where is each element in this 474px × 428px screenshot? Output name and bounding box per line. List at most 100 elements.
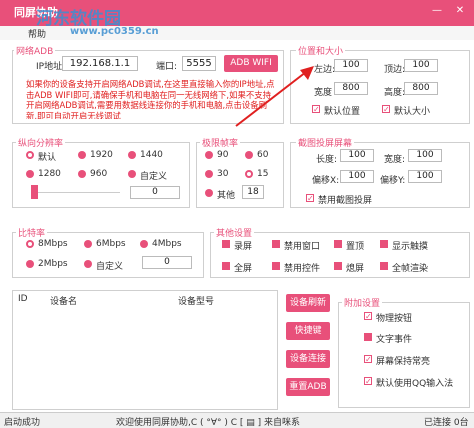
show-touch-checkbox[interactable] [380, 240, 388, 248]
bitrate-option-custom[interactable] [84, 260, 92, 268]
crop-height-label: 宽度: [384, 155, 406, 165]
fps-option-90[interactable] [205, 151, 213, 159]
other-option-label: 显示触摸 [392, 242, 429, 252]
ip-input[interactable]: 192.168.1.1 [62, 56, 138, 71]
resolution-option-1920[interactable] [78, 151, 86, 159]
reset-adb-button[interactable]: 重置ADB [286, 378, 330, 396]
fps-other-label: 其他 [217, 191, 236, 201]
top-label: 顶边: [384, 65, 406, 75]
keep-screen-on-checkbox[interactable]: ✓ [364, 355, 372, 364]
fps-option-15[interactable] [245, 170, 253, 178]
extra-option-label: 屏幕保持常亮 [376, 357, 431, 367]
resolution-option-default[interactable] [26, 151, 34, 159]
fps-other-input[interactable]: 18 [242, 185, 264, 199]
device-column-id: ID [18, 294, 28, 304]
adb-group-title: 网络ADB [14, 44, 56, 57]
fps-option-60[interactable] [245, 151, 253, 159]
fps-option-30[interactable] [205, 170, 213, 178]
other-option-label: 禁用控件 [284, 264, 321, 274]
device-column-model: 设备型号 [178, 297, 215, 307]
close-button[interactable]: ✕ [453, 4, 467, 18]
position-group-title: 位置和大小 [296, 44, 346, 57]
default-position-label: 默认位置 [324, 107, 361, 117]
resolution-option-custom[interactable] [128, 170, 136, 178]
resolution-slider-track [34, 192, 120, 193]
resolution-option-1280[interactable] [26, 170, 34, 178]
extra-option-label: 文字事件 [376, 335, 413, 345]
record-checkbox[interactable] [222, 240, 230, 248]
resolution-slider-handle[interactable] [31, 185, 38, 199]
other-option-label: 全屏 [234, 264, 253, 274]
crop-offx-label: 偏移X: [312, 176, 340, 186]
fullscreen-checkbox[interactable] [222, 262, 230, 270]
arrow-annotation [235, 66, 314, 127]
fps-option-label: 30 [217, 169, 229, 179]
resolution-option-label: 默认 [38, 153, 57, 163]
bitrate-option-label: 4Mbps [152, 239, 182, 249]
ip-label: IP地址: [36, 62, 66, 72]
fps-group-title: 极限帧率 [200, 136, 241, 149]
fps-option-label: 60 [257, 150, 269, 160]
menu-help[interactable]: 帮助 [28, 27, 46, 40]
other-group-title: 其他设置 [214, 226, 255, 239]
fps-option-label: 90 [217, 150, 229, 160]
height-input[interactable]: 800 [404, 82, 438, 95]
physical-buttons-checkbox[interactable]: ✓ [364, 312, 372, 321]
resolution-option-1440[interactable] [128, 151, 136, 159]
fps-option-other[interactable] [205, 189, 213, 197]
top-input[interactable]: 100 [404, 59, 438, 72]
crop-offy-input[interactable]: 100 [408, 170, 442, 183]
device-list[interactable] [12, 290, 278, 410]
extra-option-label: 默认使用QQ输入法 [376, 379, 454, 389]
screen-off-checkbox[interactable] [334, 262, 342, 270]
bitrate-custom-input[interactable]: 0 [142, 256, 192, 269]
other-option-label: 录屏 [234, 242, 253, 252]
always-on-top-checkbox[interactable] [334, 240, 342, 248]
port-input[interactable]: 5555 [182, 56, 216, 71]
minimize-button[interactable]: — [430, 4, 444, 18]
resolution-option-label: 1280 [38, 169, 61, 179]
other-option-label: 熄屏 [346, 264, 365, 274]
disable-control-checkbox[interactable] [272, 262, 280, 270]
resolution-custom-input[interactable]: 0 [130, 186, 180, 199]
crop-height-input[interactable]: 100 [408, 149, 442, 162]
resolution-group-title: 纵向分辨率 [16, 136, 66, 149]
disable-window-checkbox[interactable] [272, 240, 280, 248]
crop-width-label: 长度: [316, 155, 338, 165]
crop-width-input[interactable]: 100 [340, 149, 374, 162]
fps-option-label: 15 [257, 169, 269, 179]
watermark-url: www.pc0359.cn [70, 26, 159, 37]
width-input[interactable]: 800 [334, 82, 368, 95]
bitrate-option-6[interactable] [84, 240, 92, 248]
refresh-devices-button[interactable]: 设备刷新 [286, 294, 330, 312]
status-left: 启动成功 [4, 418, 41, 428]
bitrate-option-4[interactable] [140, 240, 148, 248]
left-input[interactable]: 100 [334, 59, 368, 72]
bitrate-option-2[interactable] [26, 260, 34, 268]
crop-offx-input[interactable]: 100 [340, 170, 374, 183]
default-size-label: 默认大小 [394, 107, 431, 117]
resolution-option-label: 自定义 [140, 172, 168, 182]
crop-disable-label: 禁用截图投屏 [318, 196, 373, 206]
device-column-name: 设备名 [50, 297, 78, 307]
shortcut-button[interactable]: 快捷键 [286, 322, 330, 340]
connect-device-button[interactable]: 设备连接 [286, 350, 330, 368]
resolution-option-label: 1440 [140, 150, 163, 160]
height-label: 高度: [384, 88, 406, 98]
default-qq-input-checkbox[interactable]: ✓ [364, 377, 372, 386]
port-label: 端口: [156, 62, 178, 72]
other-option-label: 置顶 [346, 242, 365, 252]
extra-option-label: 物理按钮 [376, 314, 413, 324]
bitrate-option-label: 8Mbps [38, 239, 68, 249]
crop-group-title: 截图投屏屏幕 [296, 136, 355, 149]
bitrate-option-label: 2Mbps [38, 259, 68, 269]
default-size-checkbox[interactable]: ✓ [382, 105, 390, 114]
bitrate-option-8[interactable] [26, 240, 34, 248]
bitrate-option-label: 6Mbps [96, 239, 126, 249]
crop-offy-label: 偏移Y: [380, 176, 406, 186]
resolution-option-960[interactable] [78, 170, 86, 178]
crop-disable-checkbox[interactable]: ✓ [306, 194, 314, 203]
bitrate-option-label: 自定义 [96, 262, 124, 272]
full-frame-render-checkbox[interactable] [380, 262, 388, 270]
text-event-checkbox[interactable] [364, 333, 372, 341]
